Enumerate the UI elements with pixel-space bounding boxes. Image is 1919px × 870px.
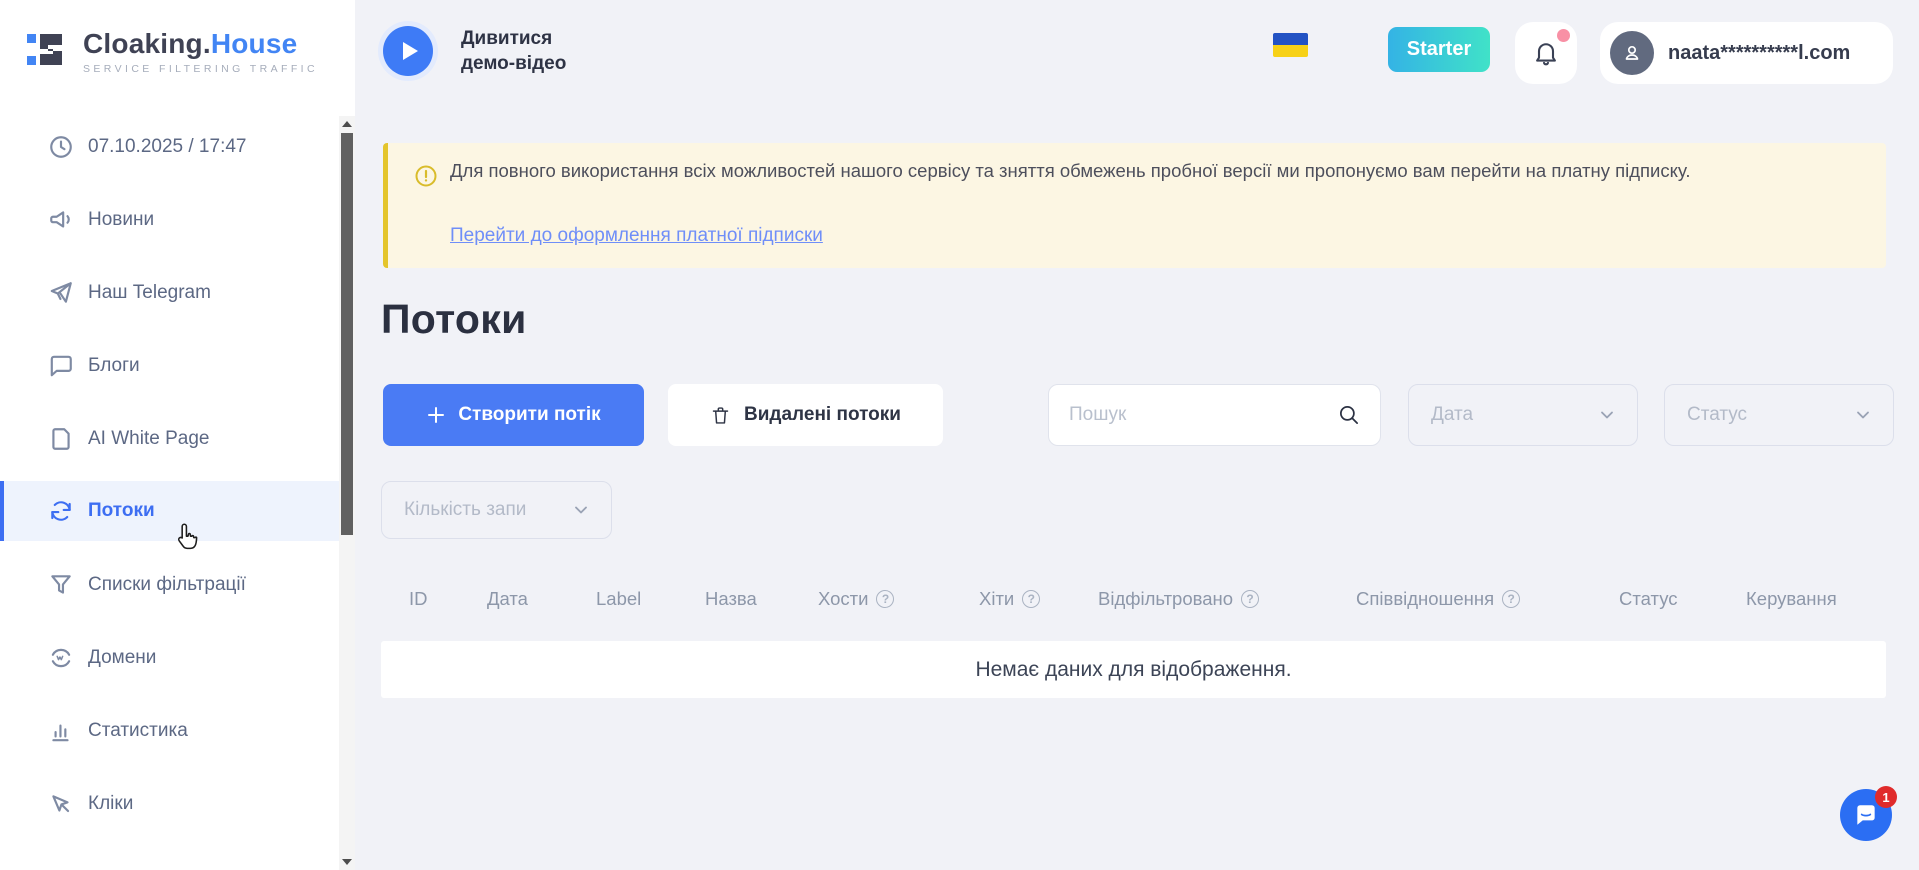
upgrade-subscription-link[interactable]: Перейти до оформлення платної підписки [450,225,823,247]
bell-icon [1532,39,1560,67]
sidebar-item-blogs[interactable]: Блоги [0,329,339,402]
funnel-icon [48,572,74,598]
column-header-name: Назва [705,588,757,610]
table-empty-state: Немає даних для відображення. [381,641,1886,698]
brand-logo-icon [24,26,70,77]
globe-www-icon [48,645,74,671]
demo-video-play-button[interactable] [383,26,433,76]
create-stream-button[interactable]: Створити потік [383,384,644,446]
sidebar-item-domains[interactable]: Домени [0,621,339,694]
chat-unread-badge: 1 [1875,786,1897,808]
trial-warning-banner: Для повного використання всіх можливосте… [383,143,1886,268]
rows-count-dropdown[interactable]: Кількість запи [381,481,612,539]
support-chat-button[interactable]: 1 [1840,789,1892,841]
chevron-down-icon [1597,405,1617,425]
column-header-actions: Керування [1746,588,1837,610]
main-content: Дивитися демо-відео Starter naata*******… [355,0,1919,870]
sidebar-item-label: Наш Telegram [88,282,211,304]
plan-badge[interactable]: Starter [1388,27,1490,72]
brand-tagline: SERVICE FILTERING TRAFFIC [83,63,318,75]
sidebar-item-label: Домени [88,647,156,669]
person-icon [1620,41,1644,65]
sidebar-item-label: Статистика [88,720,188,742]
notifications-button[interactable] [1515,22,1577,84]
sidebar-item-label: Блоги [88,355,140,377]
sync-icon [48,498,74,524]
demo-video-label[interactable]: Дивитися демо-відео [461,26,566,76]
play-icon [403,42,418,60]
sidebar-item-label: AI White Page [88,428,209,450]
warning-icon [414,164,438,188]
column-header-id: ID [409,588,428,610]
chevron-down-icon [571,500,591,520]
plus-icon [426,405,446,425]
help-icon[interactable]: ? [1022,590,1040,608]
streams-table-header: ID Дата Label Назва Хости? Хіти? Відфіль… [381,575,1886,625]
sidebar: Cloaking.House SERVICE FILTERING TRAFFIC… [0,0,355,870]
user-avatar [1610,31,1654,75]
user-account-button[interactable]: naata**********l.com [1600,22,1893,84]
notification-dot [1557,29,1570,42]
column-header-label: Label [596,588,641,610]
deleted-streams-button[interactable]: Видалені потоки [668,384,943,446]
cursor-click-icon [48,791,74,817]
date-filter-dropdown[interactable]: Дата [1408,384,1638,446]
telegram-icon [48,280,74,306]
chevron-down-icon [1853,405,1873,425]
sidebar-item-filter-lists[interactable]: Списки фільтрації [0,548,339,621]
help-icon[interactable]: ? [1241,590,1259,608]
clock-icon [48,134,74,160]
chat-bubble-icon [48,353,74,379]
megaphone-icon [48,207,74,233]
column-header-status: Статус [1619,588,1677,610]
sidebar-scrollbar[interactable] [339,116,355,870]
page-icon [48,426,74,452]
empty-state-message: Немає даних для відображення. [975,658,1291,682]
language-switcher-ukraine-flag-icon[interactable] [1273,33,1308,57]
sidebar-item-datetime[interactable]: 07.10.2025 / 17:47 [0,110,339,183]
column-header-ratio: Співвідношення? [1356,588,1520,610]
app-window: Cloaking.House SERVICE FILTERING TRAFFIC… [0,0,1919,870]
column-header-date: Дата [487,588,528,610]
column-header-filtered: Відфільтровано? [1098,588,1259,610]
column-header-hosts: Хости? [818,588,894,610]
scrollbar-thumb[interactable] [341,133,353,535]
search-icon[interactable] [1336,402,1362,428]
user-email: naata**********l.com [1668,42,1850,65]
page-title: Потоки [381,296,527,343]
sidebar-item-label: Кліки [88,793,133,815]
banner-message: Для повного використання всіх можливосте… [450,157,1850,185]
column-header-hits: Хіти? [979,588,1040,610]
sidebar-item-clicks[interactable]: Кліки [0,767,339,840]
sidebar-item-streams[interactable]: Потоки [0,481,339,541]
sidebar-item-ai-white-page[interactable]: AI White Page [0,402,339,475]
brand-name-secondary: House [211,28,298,59]
sidebar-nav: 07.10.2025 / 17:47 Новини Наш Telegram Б… [0,110,339,840]
sidebar-item-label: Списки фільтрації [88,574,246,596]
help-icon[interactable]: ? [1502,590,1520,608]
bar-chart-icon [48,718,74,744]
brand-name-primary: Cloaking. [83,28,211,59]
brand-logo[interactable]: Cloaking.House SERVICE FILTERING TRAFFIC [24,26,318,77]
sidebar-item-news[interactable]: Новини [0,183,339,256]
chat-widget-icon [1853,802,1879,828]
status-filter-dropdown[interactable]: Статус [1664,384,1894,446]
sidebar-item-label: Потоки [88,500,155,522]
scroll-down-arrow-icon[interactable] [339,854,355,870]
scroll-up-arrow-icon[interactable] [339,116,355,132]
sidebar-item-telegram[interactable]: Наш Telegram [0,256,339,329]
sidebar-item-label: 07.10.2025 / 17:47 [88,136,246,158]
help-icon[interactable]: ? [876,590,894,608]
sidebar-item-label: Новини [88,209,154,231]
search-input[interactable] [1049,385,1380,445]
trash-icon [710,405,731,426]
sidebar-item-statistics[interactable]: Статистика [0,694,339,767]
search-box [1048,384,1381,446]
